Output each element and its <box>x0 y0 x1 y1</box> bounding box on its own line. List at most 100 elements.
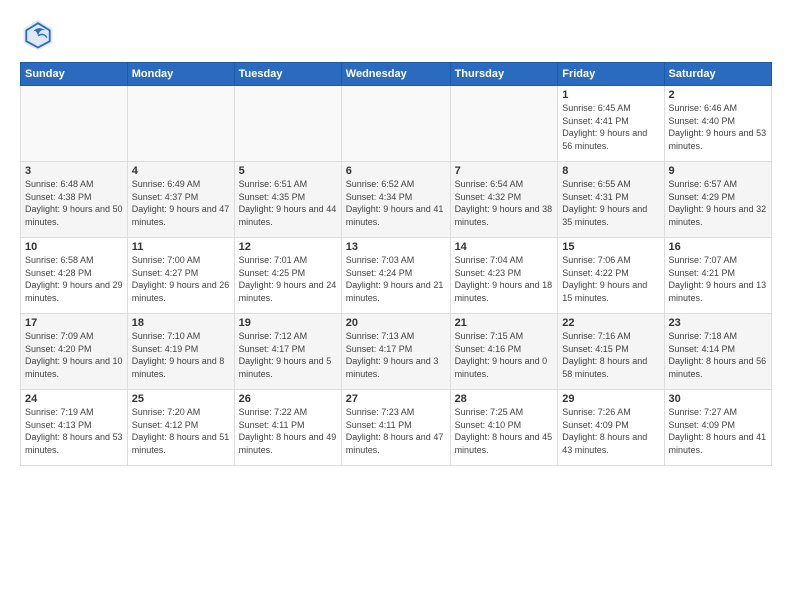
day-info: Sunrise: 7:20 AM Sunset: 4:12 PM Dayligh… <box>132 406 230 456</box>
day-number: 26 <box>239 393 337 405</box>
day-cell: 28Sunrise: 7:25 AM Sunset: 4:10 PM Dayli… <box>450 390 558 466</box>
col-header-sunday: Sunday <box>21 63 128 86</box>
day-info: Sunrise: 7:10 AM Sunset: 4:19 PM Dayligh… <box>132 330 230 380</box>
day-cell: 13Sunrise: 7:03 AM Sunset: 4:24 PM Dayli… <box>341 238 450 314</box>
day-cell: 16Sunrise: 7:07 AM Sunset: 4:21 PM Dayli… <box>664 238 771 314</box>
day-number: 23 <box>669 317 767 329</box>
day-info: Sunrise: 6:58 AM Sunset: 4:28 PM Dayligh… <box>25 254 123 304</box>
day-info: Sunrise: 7:16 AM Sunset: 4:15 PM Dayligh… <box>562 330 659 380</box>
day-cell: 9Sunrise: 6:57 AM Sunset: 4:29 PM Daylig… <box>664 162 771 238</box>
day-number: 13 <box>346 241 446 253</box>
day-info: Sunrise: 6:51 AM Sunset: 4:35 PM Dayligh… <box>239 178 337 228</box>
day-number: 16 <box>669 241 767 253</box>
day-cell: 15Sunrise: 7:06 AM Sunset: 4:22 PM Dayli… <box>558 238 664 314</box>
day-cell: 20Sunrise: 7:13 AM Sunset: 4:17 PM Dayli… <box>341 314 450 390</box>
day-number: 14 <box>455 241 554 253</box>
week-row-3: 10Sunrise: 6:58 AM Sunset: 4:28 PM Dayli… <box>21 238 772 314</box>
day-cell: 25Sunrise: 7:20 AM Sunset: 4:12 PM Dayli… <box>127 390 234 466</box>
day-cell: 18Sunrise: 7:10 AM Sunset: 4:19 PM Dayli… <box>127 314 234 390</box>
week-row-2: 3Sunrise: 6:48 AM Sunset: 4:38 PM Daylig… <box>21 162 772 238</box>
day-number: 28 <box>455 393 554 405</box>
col-header-saturday: Saturday <box>664 63 771 86</box>
day-cell: 26Sunrise: 7:22 AM Sunset: 4:11 PM Dayli… <box>234 390 341 466</box>
day-cell: 10Sunrise: 6:58 AM Sunset: 4:28 PM Dayli… <box>21 238 128 314</box>
day-cell: 12Sunrise: 7:01 AM Sunset: 4:25 PM Dayli… <box>234 238 341 314</box>
day-number: 10 <box>25 241 123 253</box>
day-cell: 23Sunrise: 7:18 AM Sunset: 4:14 PM Dayli… <box>664 314 771 390</box>
day-info: Sunrise: 7:22 AM Sunset: 4:11 PM Dayligh… <box>239 406 337 456</box>
day-cell: 17Sunrise: 7:09 AM Sunset: 4:20 PM Dayli… <box>21 314 128 390</box>
day-cell: 29Sunrise: 7:26 AM Sunset: 4:09 PM Dayli… <box>558 390 664 466</box>
calendar: SundayMondayTuesdayWednesdayThursdayFrid… <box>20 62 772 466</box>
day-info: Sunrise: 7:09 AM Sunset: 4:20 PM Dayligh… <box>25 330 123 380</box>
day-number: 21 <box>455 317 554 329</box>
day-info: Sunrise: 6:54 AM Sunset: 4:32 PM Dayligh… <box>455 178 554 228</box>
week-row-4: 17Sunrise: 7:09 AM Sunset: 4:20 PM Dayli… <box>21 314 772 390</box>
week-row-1: 1Sunrise: 6:45 AM Sunset: 4:41 PM Daylig… <box>21 86 772 162</box>
day-number: 1 <box>562 89 659 101</box>
day-cell: 7Sunrise: 6:54 AM Sunset: 4:32 PM Daylig… <box>450 162 558 238</box>
col-header-tuesday: Tuesday <box>234 63 341 86</box>
day-number: 6 <box>346 165 446 177</box>
day-cell: 27Sunrise: 7:23 AM Sunset: 4:11 PM Dayli… <box>341 390 450 466</box>
page: SundayMondayTuesdayWednesdayThursdayFrid… <box>0 0 792 612</box>
logo-icon <box>20 16 56 52</box>
week-row-5: 24Sunrise: 7:19 AM Sunset: 4:13 PM Dayli… <box>21 390 772 466</box>
day-cell: 30Sunrise: 7:27 AM Sunset: 4:09 PM Dayli… <box>664 390 771 466</box>
header <box>20 16 772 52</box>
day-info: Sunrise: 7:27 AM Sunset: 4:09 PM Dayligh… <box>669 406 767 456</box>
day-info: Sunrise: 7:04 AM Sunset: 4:23 PM Dayligh… <box>455 254 554 304</box>
day-number: 27 <box>346 393 446 405</box>
day-cell <box>21 86 128 162</box>
day-cell: 22Sunrise: 7:16 AM Sunset: 4:15 PM Dayli… <box>558 314 664 390</box>
day-number: 30 <box>669 393 767 405</box>
day-number: 17 <box>25 317 123 329</box>
day-info: Sunrise: 7:01 AM Sunset: 4:25 PM Dayligh… <box>239 254 337 304</box>
day-cell <box>450 86 558 162</box>
day-number: 8 <box>562 165 659 177</box>
day-cell: 21Sunrise: 7:15 AM Sunset: 4:16 PM Dayli… <box>450 314 558 390</box>
day-cell <box>234 86 341 162</box>
day-cell <box>341 86 450 162</box>
col-header-monday: Monday <box>127 63 234 86</box>
day-info: Sunrise: 7:07 AM Sunset: 4:21 PM Dayligh… <box>669 254 767 304</box>
day-number: 18 <box>132 317 230 329</box>
day-number: 20 <box>346 317 446 329</box>
day-cell: 14Sunrise: 7:04 AM Sunset: 4:23 PM Dayli… <box>450 238 558 314</box>
day-info: Sunrise: 6:49 AM Sunset: 4:37 PM Dayligh… <box>132 178 230 228</box>
day-info: Sunrise: 7:26 AM Sunset: 4:09 PM Dayligh… <box>562 406 659 456</box>
day-info: Sunrise: 7:25 AM Sunset: 4:10 PM Dayligh… <box>455 406 554 456</box>
day-info: Sunrise: 7:23 AM Sunset: 4:11 PM Dayligh… <box>346 406 446 456</box>
day-info: Sunrise: 7:06 AM Sunset: 4:22 PM Dayligh… <box>562 254 659 304</box>
col-header-wednesday: Wednesday <box>341 63 450 86</box>
col-header-friday: Friday <box>558 63 664 86</box>
col-header-thursday: Thursday <box>450 63 558 86</box>
day-cell <box>127 86 234 162</box>
day-number: 5 <box>239 165 337 177</box>
day-cell: 6Sunrise: 6:52 AM Sunset: 4:34 PM Daylig… <box>341 162 450 238</box>
day-info: Sunrise: 7:03 AM Sunset: 4:24 PM Dayligh… <box>346 254 446 304</box>
day-number: 15 <box>562 241 659 253</box>
day-info: Sunrise: 6:46 AM Sunset: 4:40 PM Dayligh… <box>669 102 767 152</box>
day-cell: 2Sunrise: 6:46 AM Sunset: 4:40 PM Daylig… <box>664 86 771 162</box>
day-cell: 8Sunrise: 6:55 AM Sunset: 4:31 PM Daylig… <box>558 162 664 238</box>
day-info: Sunrise: 6:45 AM Sunset: 4:41 PM Dayligh… <box>562 102 659 152</box>
day-info: Sunrise: 7:00 AM Sunset: 4:27 PM Dayligh… <box>132 254 230 304</box>
day-cell: 24Sunrise: 7:19 AM Sunset: 4:13 PM Dayli… <box>21 390 128 466</box>
day-info: Sunrise: 7:12 AM Sunset: 4:17 PM Dayligh… <box>239 330 337 380</box>
day-cell: 11Sunrise: 7:00 AM Sunset: 4:27 PM Dayli… <box>127 238 234 314</box>
day-cell: 5Sunrise: 6:51 AM Sunset: 4:35 PM Daylig… <box>234 162 341 238</box>
day-number: 7 <box>455 165 554 177</box>
day-info: Sunrise: 7:13 AM Sunset: 4:17 PM Dayligh… <box>346 330 446 380</box>
day-info: Sunrise: 6:48 AM Sunset: 4:38 PM Dayligh… <box>25 178 123 228</box>
day-info: Sunrise: 6:55 AM Sunset: 4:31 PM Dayligh… <box>562 178 659 228</box>
day-info: Sunrise: 7:15 AM Sunset: 4:16 PM Dayligh… <box>455 330 554 380</box>
day-cell: 1Sunrise: 6:45 AM Sunset: 4:41 PM Daylig… <box>558 86 664 162</box>
day-number: 2 <box>669 89 767 101</box>
day-number: 29 <box>562 393 659 405</box>
day-number: 25 <box>132 393 230 405</box>
day-cell: 4Sunrise: 6:49 AM Sunset: 4:37 PM Daylig… <box>127 162 234 238</box>
day-number: 12 <box>239 241 337 253</box>
day-cell: 19Sunrise: 7:12 AM Sunset: 4:17 PM Dayli… <box>234 314 341 390</box>
logo <box>20 16 62 52</box>
